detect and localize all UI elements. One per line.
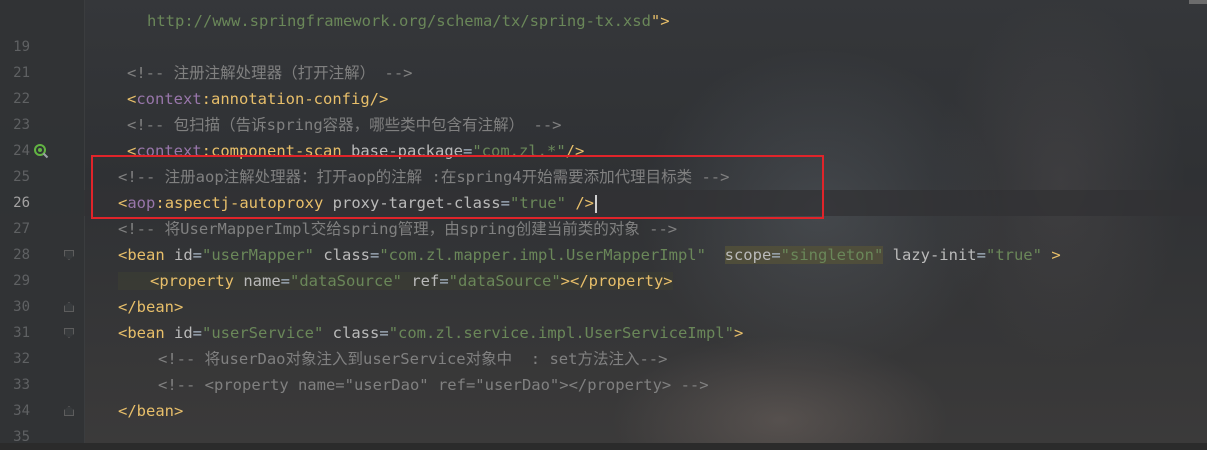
line-number: 24 bbox=[13, 143, 30, 159]
code-line[interactable]: <context:annotation-config/> bbox=[84, 86, 1207, 112]
line-number: 21 bbox=[13, 65, 30, 81]
code-line[interactable]: <property name="dataSource" ref="dataSou… bbox=[84, 268, 1207, 294]
line-number: 25 bbox=[13, 169, 30, 185]
code-comment: <!-- <property name="userDao" ref="userD… bbox=[158, 376, 709, 394]
line-number: 22 bbox=[13, 91, 30, 107]
code-comment: <!-- 注册注解处理器（打开注解） --> bbox=[127, 64, 413, 82]
fold-toggle-icon[interactable] bbox=[64, 328, 74, 338]
line-number: 31 bbox=[13, 325, 30, 341]
line-number: 29 bbox=[13, 273, 30, 289]
line-number-gutter[interactable]: 19 21 22 23 24 25 26 27 28 29 30 31 32 3… bbox=[0, 0, 85, 445]
code-line[interactable]: <!-- 包扫描（告诉spring容器，哪些类中包含有注解） --> bbox=[84, 112, 1207, 138]
line-number: 35 bbox=[13, 429, 30, 445]
code-line[interactable]: </bean> bbox=[84, 294, 1207, 320]
fold-toggle-icon[interactable] bbox=[64, 302, 74, 312]
line-number: 19 bbox=[13, 39, 30, 55]
code-line[interactable]: http://www.springframework.org/schema/tx… bbox=[84, 8, 1207, 34]
line-number: 34 bbox=[13, 403, 30, 419]
line-number-current: 26 bbox=[13, 195, 30, 211]
line-number: 23 bbox=[13, 117, 30, 133]
line-number: 33 bbox=[13, 377, 30, 393]
xml-tag-name: annotation-config bbox=[211, 90, 370, 108]
code-comment: <!-- 将UserMapperImpl交给spring管理，由spring创建… bbox=[118, 220, 678, 238]
code-comment: <!-- 将userDao对象注入到userService对象中 : set方法… bbox=[158, 350, 668, 368]
red-annotation-box bbox=[91, 155, 824, 219]
line-number: 28 bbox=[13, 247, 30, 263]
scroll-marker[interactable] bbox=[1189, 0, 1207, 4]
line-number: 27 bbox=[13, 221, 30, 237]
code-comment: <!-- 包扫描（告诉spring容器，哪些类中包含有注解） --> bbox=[127, 116, 562, 134]
line-number bbox=[0, 8, 30, 34]
code-line[interactable]: <!-- <property name="userDao" ref="userD… bbox=[84, 372, 1207, 398]
schema-url: http://www.springframework.org/schema/tx… bbox=[147, 12, 651, 30]
scope-attribute: scope bbox=[724, 246, 772, 264]
fold-toggle-icon[interactable] bbox=[64, 406, 74, 416]
code-editor[interactable]: 19 21 22 23 24 25 26 27 28 29 30 31 32 3… bbox=[0, 0, 1207, 445]
fold-toggle-icon[interactable] bbox=[64, 250, 74, 260]
code-line[interactable]: </bean> bbox=[84, 398, 1207, 424]
spring-bean-gutter-icon[interactable] bbox=[33, 143, 49, 159]
code-line[interactable]: <!-- 将UserMapperImpl交给spring管理，由spring创建… bbox=[84, 216, 1207, 242]
line-number: 30 bbox=[13, 299, 30, 315]
code-line[interactable]: <!-- 将userDao对象注入到userService对象中 : set方法… bbox=[84, 346, 1207, 372]
code-line[interactable]: <bean id="userMapper" class="com.zl.mapp… bbox=[84, 242, 1207, 268]
code-line[interactable]: <!-- 注册注解处理器（打开注解） --> bbox=[84, 60, 1207, 86]
code-line[interactable]: <bean id="userService" class="com.zl.ser… bbox=[84, 320, 1207, 346]
line-number: 32 bbox=[13, 351, 30, 367]
